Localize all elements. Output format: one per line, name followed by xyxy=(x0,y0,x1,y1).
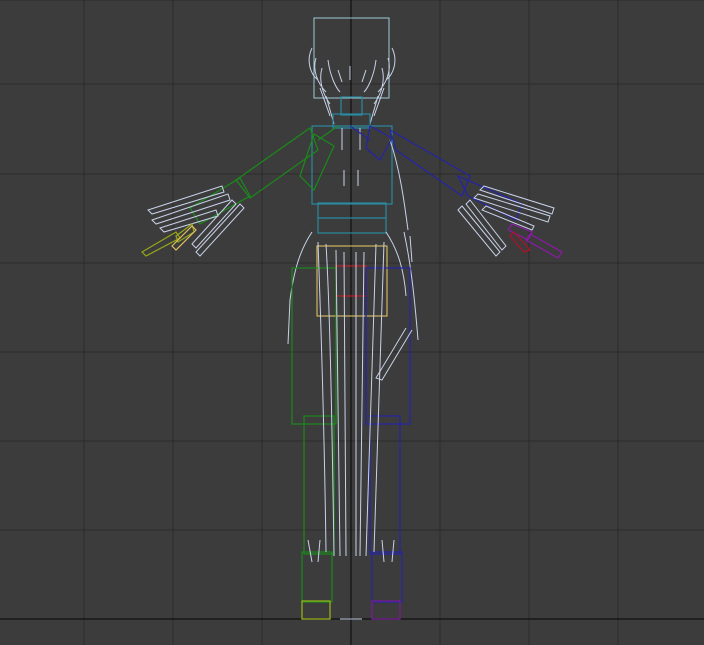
right-toe-bone[interactable] xyxy=(371,600,401,620)
torso-wireframe xyxy=(287,128,419,345)
head-wireframe[interactable] xyxy=(308,17,396,125)
coat-strips-wireframe xyxy=(307,241,413,620)
right-arm-bones[interactable] xyxy=(349,125,523,221)
left-toe-bone[interactable] xyxy=(301,600,331,620)
right-leg-bones[interactable] xyxy=(365,267,411,603)
right-thumb-bones[interactable] xyxy=(507,223,563,259)
spine-bones[interactable] xyxy=(311,96,393,234)
left-arm-bones[interactable] xyxy=(189,125,339,225)
right-index-bone[interactable] xyxy=(509,231,532,253)
left-hand-fingers[interactable] xyxy=(147,185,245,257)
viewport-front-wireframe[interactable] xyxy=(0,0,704,645)
